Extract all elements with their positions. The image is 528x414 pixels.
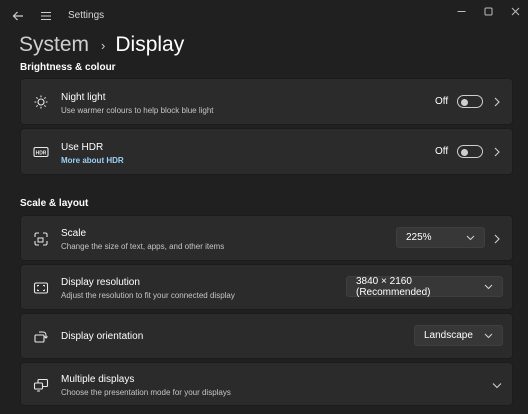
multiple-displays-title: Multiple displays: [61, 374, 135, 385]
orientation-icon: [32, 328, 50, 346]
chevron-down-icon[interactable]: [490, 378, 504, 392]
chevron-right-icon[interactable]: [490, 232, 504, 246]
back-button[interactable]: [4, 0, 32, 32]
app-title: Settings: [68, 10, 105, 21]
maximize-button[interactable]: [473, 0, 503, 22]
resolution-title: Display resolution: [61, 277, 140, 288]
display-resolution-card[interactable]: Display resolution Adjust the resolution…: [20, 264, 513, 310]
multiple-displays-card[interactable]: Multiple displays Choose the presentatio…: [20, 362, 513, 406]
breadcrumb-system[interactable]: System: [19, 33, 89, 57]
orientation-dropdown[interactable]: Landscape: [414, 325, 503, 346]
chevron-down-icon: [465, 235, 475, 241]
night-light-state: Off: [435, 96, 449, 107]
scale-value: 225%: [406, 232, 432, 243]
resolution-icon: [32, 279, 50, 297]
night-light-title: Night light: [61, 92, 106, 103]
toggle-knob: [461, 98, 468, 106]
scale-card[interactable]: Scale Change the size of text, apps, and…: [20, 215, 513, 261]
menu-button[interactable]: [32, 0, 60, 32]
section-title-brightness: Brightness & colour: [20, 62, 116, 73]
night-light-subtitle: Use warmer colours to help block blue li…: [61, 106, 214, 115]
chevron-right-icon[interactable]: [490, 95, 504, 109]
hdr-learn-more-link[interactable]: More about HDR: [61, 155, 124, 166]
orientation-text: Display orientation: [61, 330, 143, 343]
multiple-displays-text: Multiple displays Choose the presentatio…: [61, 373, 231, 398]
resolution-subtitle: Adjust the resolution to fit your connec…: [61, 291, 235, 300]
scale-title: Scale: [61, 228, 87, 239]
chevron-down-icon: [483, 284, 493, 290]
hdr-toggle[interactable]: [457, 145, 483, 158]
scale-subtitle: Change the size of text, apps, and other…: [61, 242, 225, 251]
brightness-icon: [32, 93, 50, 111]
hamburger-icon: [41, 11, 51, 21]
hdr-card[interactable]: HDR Use HDR More about HDR Off: [20, 128, 513, 175]
scale-icon: [32, 230, 50, 248]
hdr-icon: HDR: [32, 143, 50, 161]
hdr-state: Off: [435, 146, 449, 157]
resolution-dropdown[interactable]: 3840 × 2160 (Recommended): [346, 275, 503, 298]
hdr-title: Use HDR: [61, 142, 104, 153]
breadcrumb: System › Display: [19, 30, 184, 60]
back-arrow-icon: [12, 11, 23, 21]
scale-text: Scale Change the size of text, apps, and…: [61, 227, 224, 252]
breadcrumb-separator: ›: [101, 37, 106, 53]
maximize-icon: [484, 7, 492, 15]
resolution-value: 3840 × 2160 (Recommended): [356, 275, 431, 298]
night-light-text: Night light Use warmer colours to help b…: [61, 91, 214, 116]
scale-dropdown[interactable]: 225%: [396, 227, 485, 248]
display-orientation-card[interactable]: Display orientation Landscape: [20, 313, 513, 359]
orientation-title: Display orientation: [61, 331, 144, 342]
minimize-icon: [457, 10, 465, 12]
night-light-card[interactable]: Night light Use warmer colours to help b…: [20, 78, 513, 125]
hdr-text: Use HDR More about HDR: [61, 141, 124, 166]
close-icon: [511, 7, 519, 15]
section-title-scale-layout: Scale & layout: [20, 198, 89, 209]
multiple-displays-icon: [32, 376, 50, 394]
resolution-text: Display resolution Adjust the resolution…: [61, 276, 235, 301]
chevron-down-icon: [483, 333, 493, 339]
orientation-value: Landscape: [424, 330, 473, 341]
toggle-knob: [461, 148, 468, 156]
page-title: Display: [115, 33, 185, 56]
svg-text:HDR: HDR: [36, 150, 47, 156]
minimize-button[interactable]: [446, 0, 476, 22]
chevron-right-icon[interactable]: [490, 145, 504, 159]
multiple-displays-subtitle: Choose the presentation mode for your di…: [61, 388, 231, 397]
title-bar: Settings: [0, 0, 528, 32]
close-button[interactable]: [500, 0, 528, 22]
night-light-toggle[interactable]: [457, 95, 483, 108]
